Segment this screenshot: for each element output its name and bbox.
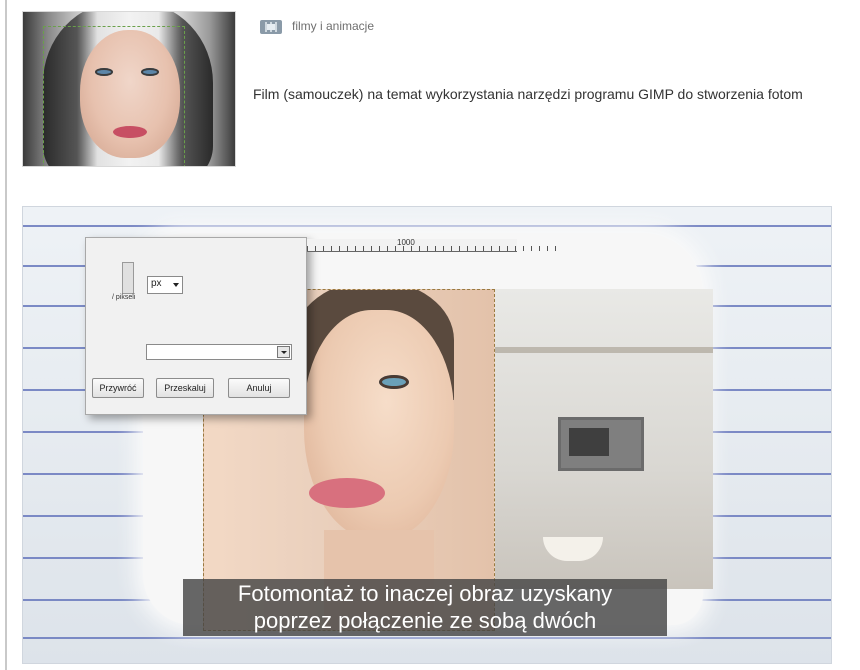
portrait-eye (379, 375, 409, 389)
ruler-label: 1000 (397, 238, 415, 247)
unit-select-value: px (151, 278, 162, 289)
kitchen-shelf (493, 347, 713, 353)
cancel-button[interactable]: Anuluj (228, 378, 290, 398)
subtitle-line-2: poprzez połączenie ze sobą dwóch (253, 608, 597, 633)
video-thumbnail[interactable] (22, 11, 236, 167)
scale-button[interactable]: Przeskaluj (156, 378, 214, 398)
chevron-down-icon (173, 283, 179, 287)
category-link[interactable]: filmy i animacje (292, 19, 374, 33)
background-line (23, 225, 831, 227)
thumbnail-selection-marquee (43, 26, 185, 166)
microwave (558, 417, 644, 471)
scale-image-dialog: / pikseli px Przywróć Przeskaluj Anuluj (85, 237, 307, 415)
chevron-down-icon[interactable] (277, 346, 290, 358)
canvas-ruler: 1000 (307, 238, 557, 252)
left-border-rule (5, 0, 7, 670)
portrait-lips (309, 478, 385, 508)
unit-select[interactable]: px (147, 276, 183, 294)
background-line (23, 637, 831, 639)
ruler-ticks (307, 246, 557, 251)
film-strip-icon (260, 20, 282, 34)
video-subtitle: Fotomontaż to inaczej obraz uzyskany pop… (183, 579, 667, 636)
video-player[interactable]: / pikseli px Przywróć Przeskaluj Anuluj … (22, 206, 832, 664)
size-spinner[interactable] (122, 262, 134, 294)
item-description: Film (samouczek) na temat wykorzystania … (253, 86, 803, 102)
reset-button[interactable]: Przywróć (92, 378, 144, 398)
subtitle-line-1: Fotomontaż to inaczej obraz uzyskany (237, 581, 613, 606)
unit-label: / pikseli (112, 294, 136, 301)
interpolation-select[interactable] (146, 344, 292, 360)
